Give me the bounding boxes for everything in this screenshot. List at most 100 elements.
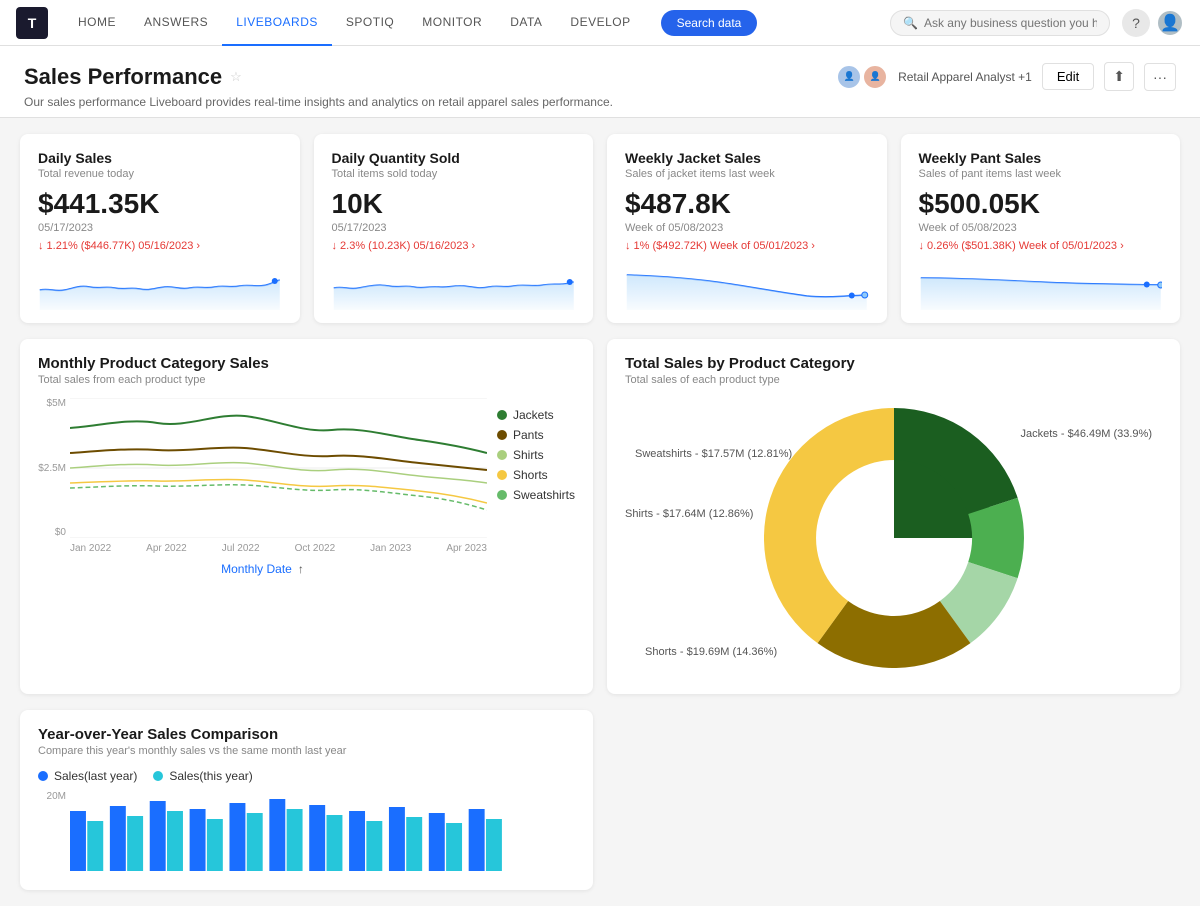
edit-button[interactable]: Edit	[1042, 63, 1094, 90]
collaborator-avatars: 👤 👤	[836, 64, 888, 90]
kpi-sparkline	[332, 260, 576, 310]
legend-label-jackets: Jackets	[513, 408, 554, 422]
page-header: Sales Performance ☆ 👤 👤 Retail Apparel A…	[0, 46, 1200, 118]
legend-label-shorts: Shorts	[513, 468, 548, 482]
legend-dot-shorts	[497, 470, 507, 480]
kpi-value: 10K	[332, 188, 576, 220]
kpi-change: ↓ 1% ($492.72K) Week of 05/01/2023 ›	[625, 240, 869, 252]
x-label-jul22: Jul 2022	[222, 543, 260, 554]
legend-dot-sweatshirts	[497, 490, 507, 500]
label-shirts: Shirts - $17.64M (12.86%)	[625, 508, 753, 520]
x-label-oct22: Oct 2022	[295, 543, 336, 554]
top-nav: T HOME ANSWERS LIVEBOARDS SPOTIQ MONITOR…	[0, 0, 1200, 46]
x-label-apr22: Apr 2022	[146, 543, 187, 554]
kpi-subtitle: Total revenue today	[38, 168, 282, 180]
legend-sweatshirts: Sweatshirts	[497, 488, 575, 502]
page-title: Sales Performance	[24, 64, 222, 90]
help-button[interactable]: ?	[1122, 9, 1150, 37]
x-label-jan22: Jan 2022	[70, 543, 111, 554]
total-sales-category-chart: Total Sales by Product Category Total sa…	[607, 339, 1180, 694]
nav-develop[interactable]: DEVELOP	[556, 0, 644, 46]
more-options-button[interactable]: ···	[1144, 63, 1176, 91]
legend-dot-shirts	[497, 450, 507, 460]
kpi-title: Weekly Pant Sales	[919, 150, 1163, 166]
label-sweatshirts: Sweatshirts - $17.57M (12.81%)	[635, 448, 792, 460]
kpi-subtitle: Total items sold today	[332, 168, 576, 180]
yoy-legend: Sales(last year) Sales(this year)	[38, 769, 575, 783]
nav-spotiq[interactable]: SPOTIQ	[332, 0, 408, 46]
sort-row: Monthly Date ↑	[38, 562, 487, 576]
chart-subtitle: Total sales from each product type	[38, 374, 575, 386]
kpi-change: ↓ 1.21% ($446.77K) 05/16/2023 ›	[38, 240, 282, 252]
x-label-apr23: Apr 2023	[446, 543, 487, 554]
label-shorts: Shorts - $19.69M (14.36%)	[645, 646, 777, 658]
nav-liveboards[interactable]: LIVEBOARDS	[222, 0, 332, 46]
sort-label[interactable]: Monthly Date	[221, 562, 292, 576]
user-avatar[interactable]: 👤	[1156, 9, 1184, 37]
kpi-value: $441.35K	[38, 188, 282, 220]
line-chart-area: $5M $2.5M $0	[38, 398, 487, 576]
avatar-2: 👤	[862, 64, 888, 90]
app-logo[interactable]: T	[16, 7, 48, 39]
global-search[interactable]: 🔍	[890, 10, 1110, 36]
chart-subtitle: Total sales of each product type	[625, 374, 1162, 386]
collaborator-label: Retail Apparel Analyst +1	[898, 70, 1032, 84]
empty-right	[607, 710, 1180, 890]
legend-last-year: Sales(last year)	[38, 769, 137, 783]
search-data-button[interactable]: Search data	[661, 10, 758, 36]
sort-direction-icon[interactable]: ↑	[298, 562, 304, 576]
label-jackets: Jackets - $46.49M (33.9%)	[1021, 428, 1153, 440]
donut-chart-wrap: Jackets - $46.49M (33.9%) Sweatshirts - …	[625, 398, 1162, 678]
kpi-title: Daily Sales	[38, 150, 282, 166]
kpi-date: 05/17/2023	[332, 222, 576, 234]
chart-title: Monthly Product Category Sales	[38, 355, 575, 372]
legend-label-sweatshirts: Sweatshirts	[513, 488, 575, 502]
line-chart-wrap: $5M $2.5M $0	[38, 398, 575, 576]
kpi-change: ↓ 0.26% ($501.38K) Week of 05/01/2023 ›	[919, 240, 1163, 252]
share-button[interactable]: ⬆	[1104, 62, 1134, 91]
kpi-subtitle: Sales of pant items last week	[919, 168, 1163, 180]
legend-jackets: Jackets	[497, 408, 575, 422]
kpi-weekly-pant: Weekly Pant Sales Sales of pant items la…	[901, 134, 1181, 323]
legend-label-pants: Pants	[513, 428, 544, 442]
monthly-product-chart: Monthly Product Category Sales Total sal…	[20, 339, 593, 694]
kpi-change: ↓ 2.3% (10.23K) 05/16/2023 ›	[332, 240, 576, 252]
legend-label-this-year: Sales(this year)	[169, 769, 252, 783]
kpi-date: Week of 05/08/2023	[919, 222, 1163, 234]
yoy-chart: Year-over-Year Sales Comparison Compare …	[20, 710, 593, 890]
legend-pants: Pants	[497, 428, 575, 442]
yoy-y-label: 20M	[38, 791, 66, 802]
favorite-icon[interactable]: ☆	[230, 69, 242, 85]
legend-shorts: Shorts	[497, 468, 575, 482]
y-label-5m: $5M	[38, 398, 66, 409]
legend-dot-this-year	[153, 771, 163, 781]
kpi-daily-qty: Daily Quantity Sold Total items sold tod…	[314, 134, 594, 323]
nav-answers[interactable]: ANSWERS	[130, 0, 222, 46]
nav-home[interactable]: HOME	[64, 0, 130, 46]
search-input[interactable]	[924, 16, 1097, 30]
kpi-daily-sales: Daily Sales Total revenue today $441.35K…	[20, 134, 300, 323]
main-content: Daily Sales Total revenue today $441.35K…	[0, 118, 1200, 906]
kpi-title: Weekly Jacket Sales	[625, 150, 869, 166]
kpi-row: Daily Sales Total revenue today $441.35K…	[20, 134, 1180, 323]
line-chart-svg	[70, 398, 487, 538]
page-subtitle: Our sales performance Liveboard provides…	[24, 95, 1176, 109]
nav-links: HOME ANSWERS LIVEBOARDS SPOTIQ MONITOR D…	[64, 0, 645, 46]
yoy-chart-svg	[70, 791, 575, 871]
kpi-title: Daily Quantity Sold	[332, 150, 576, 166]
nav-data[interactable]: DATA	[496, 0, 556, 46]
kpi-date: 05/17/2023	[38, 222, 282, 234]
legend-label-shirts: Shirts	[513, 448, 544, 462]
legend-dot-pants	[497, 430, 507, 440]
chart-subtitle: Compare this year's monthly sales vs the…	[38, 745, 575, 757]
legend-dot-jackets	[497, 410, 507, 420]
nav-right: 🔍 ? 👤	[890, 9, 1184, 37]
avatar-1: 👤	[836, 64, 862, 90]
x-label-jan23: Jan 2023	[370, 543, 411, 554]
kpi-weekly-jacket: Weekly Jacket Sales Sales of jacket item…	[607, 134, 887, 323]
nav-monitor[interactable]: MONITOR	[408, 0, 496, 46]
kpi-sparkline	[625, 260, 869, 310]
y-label-2_5m: $2.5M	[38, 463, 66, 474]
kpi-subtitle: Sales of jacket items last week	[625, 168, 869, 180]
page-actions: 👤 👤 Retail Apparel Analyst +1 Edit ⬆ ···	[836, 62, 1176, 91]
